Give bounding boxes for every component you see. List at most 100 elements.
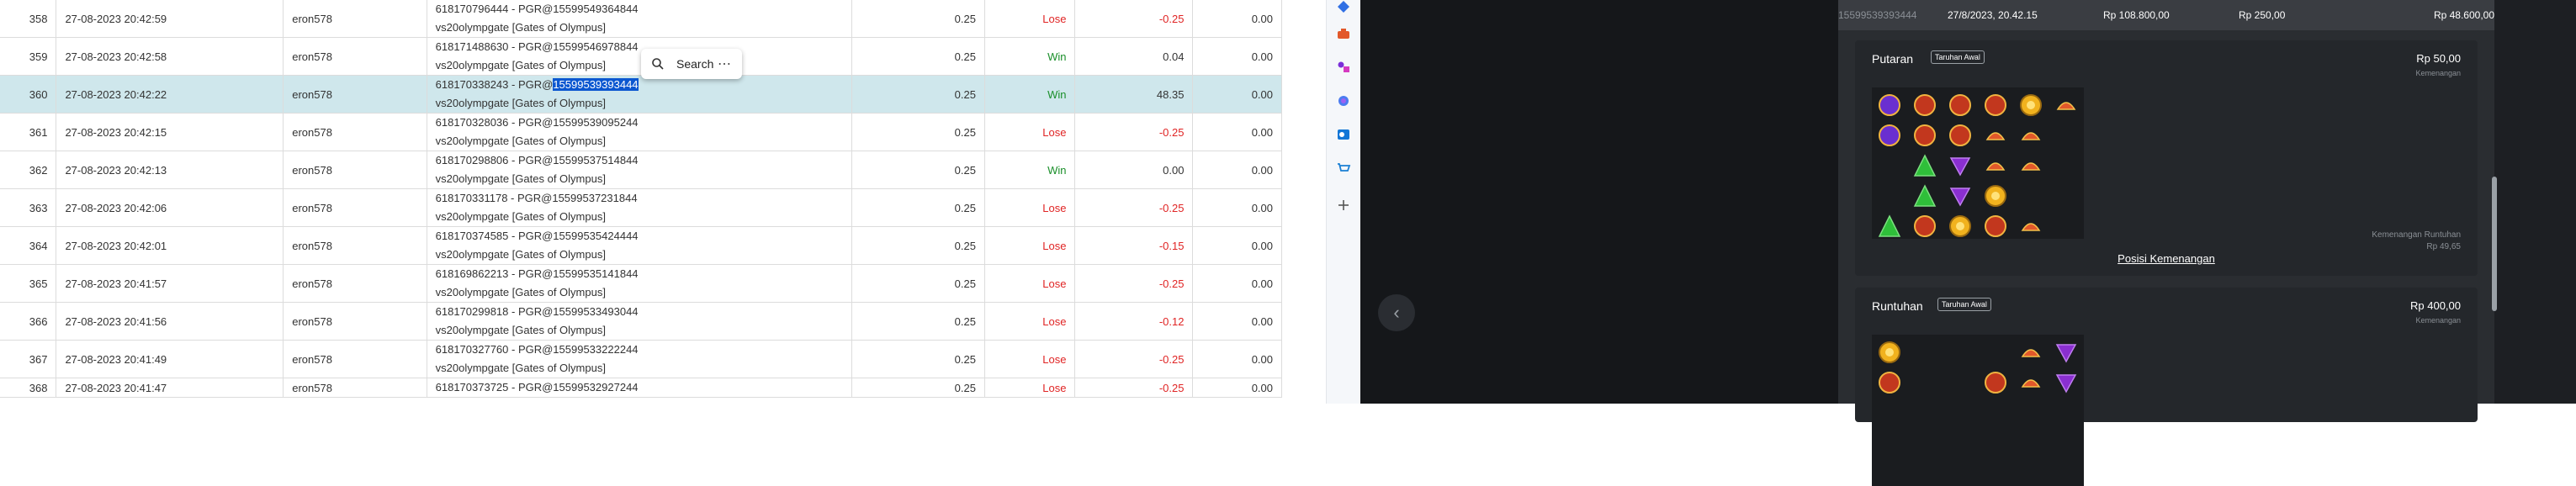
- slot-symbol-icon: [1913, 154, 1937, 177]
- row-datetime: 27-08-2023 20:42:59: [56, 0, 284, 38]
- row-extra: 0.00: [1192, 188, 1282, 227]
- row-username: eron578: [283, 226, 427, 265]
- table-row[interactable]: 364 27-08-2023 20:42:01 eron578 61817037458…: [0, 226, 1282, 265]
- row-bet-amount: 0.25: [851, 302, 985, 341]
- table-row[interactable]: 365 27-08-2023 20:41:57 eron578 61816986221…: [0, 264, 1282, 303]
- row-datetime: 27-08-2023 20:41:49: [56, 340, 284, 378]
- row-game-name: vs20olympgate [Gates of Olympus]: [435, 21, 606, 34]
- search-label[interactable]: Search: [676, 57, 713, 71]
- putaran-amount: Rp 50,00: [2416, 52, 2461, 65]
- row-transaction-id: 618170328036 - PGR@15599539095244: [435, 116, 639, 129]
- row-username: eron578: [283, 151, 427, 189]
- row-result: Lose: [984, 378, 1076, 398]
- slot-symbol-icon: [2021, 162, 2041, 171]
- row-transaction-id: 618169862213 - PGR@15599535141844: [435, 267, 639, 280]
- row-transaction-id: 618170299818 - PGR@15599533493044: [435, 305, 639, 318]
- row-transaction: 618171488630 - PGR@15599546978844 vs20oly…: [427, 37, 852, 76]
- shopping-icon[interactable]: [1333, 158, 1354, 178]
- row-extra: 0.00: [1192, 378, 1282, 398]
- outlook-icon[interactable]: [1333, 124, 1354, 145]
- row-winloss: -0.25: [1074, 378, 1194, 398]
- browser-sidebar: [1326, 0, 1360, 404]
- bet-detail-panel: 15599539393444 27/8/2023, 20.42.15 Rp 10…: [1838, 0, 2494, 486]
- toolbox-icon[interactable]: [1333, 24, 1354, 44]
- table-row[interactable]: 366 27-08-2023 20:41:56 eron578 61817029981…: [0, 302, 1282, 341]
- row-result: Win: [984, 75, 1076, 114]
- row-game-name: vs20olympgate [Gates of Olympus]: [435, 210, 606, 223]
- row-username: eron578: [283, 0, 427, 38]
- row-result: Lose: [984, 226, 1076, 265]
- row-datetime: 27-08-2023 20:41:57: [56, 264, 284, 303]
- putaran-sub: Kemenangan: [2415, 69, 2461, 77]
- row-winloss: -0.25: [1074, 0, 1194, 38]
- slot-symbol-icon: [2055, 344, 2077, 363]
- slot-symbol-icon: [1985, 132, 2006, 140]
- row-bet-amount: 0.25: [851, 0, 985, 38]
- table-row[interactable]: 367 27-08-2023 20:41:49 eron578 61817032776…: [0, 340, 1282, 378]
- row-username: eron578: [283, 188, 427, 227]
- row-extra: 0.00: [1192, 151, 1282, 189]
- row-bet-amount: 0.25: [851, 75, 985, 114]
- add-icon[interactable]: [1333, 195, 1354, 215]
- row-transaction-id: 618170373725 - PGR@15599532927244: [435, 381, 639, 394]
- row-extra: 0.00: [1192, 226, 1282, 265]
- row-bet-amount: 0.25: [851, 264, 985, 303]
- row-datetime: 27-08-2023 20:42:01: [56, 226, 284, 265]
- row-winloss: 48.35: [1074, 75, 1194, 114]
- table-row[interactable]: 360 27-08-2023 20:42:22 eron578 61817033824…: [0, 75, 1282, 114]
- row-result: Win: [984, 37, 1076, 76]
- row-number: 366: [0, 302, 57, 341]
- slot-symbol-icon: [1949, 94, 1971, 116]
- table-row[interactable]: 361 27-08-2023 20:42:15 eron578 61817032803…: [0, 113, 1282, 151]
- row-username: eron578: [283, 75, 427, 114]
- slot-symbol-icon: [1949, 124, 1971, 146]
- diamond-icon[interactable]: [1333, 0, 1354, 17]
- chevron-left-icon[interactable]: ‹: [1378, 294, 1415, 331]
- tumble-win-value: Rp 49,65: [2426, 242, 2461, 251]
- table-row[interactable]: 362 27-08-2023 20:42:13 eron578 61817029880…: [0, 151, 1282, 189]
- row-result: Lose: [984, 264, 1076, 303]
- row-game-name: vs20olympgate [Gates of Olympus]: [435, 362, 606, 374]
- row-result: Lose: [984, 0, 1076, 38]
- row-number: 358: [0, 0, 57, 38]
- search-icon[interactable]: [651, 55, 670, 73]
- copilot-icon[interactable]: [1333, 91, 1354, 111]
- row-username: eron578: [283, 37, 427, 76]
- slot-symbol-icon: [2020, 94, 2042, 116]
- runtuhan-sub: Kemenangan: [2415, 316, 2461, 325]
- row-extra: 0.00: [1192, 264, 1282, 303]
- selected-text[interactable]: 15599539393444: [553, 78, 639, 91]
- row-username: eron578: [283, 378, 427, 398]
- row-result: Lose: [984, 340, 1076, 378]
- row-winloss: -0.25: [1074, 340, 1194, 378]
- row-game-name: vs20olympgate [Gates of Olympus]: [435, 172, 606, 185]
- row-transaction: 618170298806 - PGR@15599537514844 vs20oly…: [427, 151, 852, 189]
- runtuhan-amount: Rp 400,00: [2410, 299, 2461, 312]
- win-position-link[interactable]: Posisi Kemenangan: [1855, 252, 2478, 265]
- table-row[interactable]: 363 27-08-2023 20:42:06 eron578 61817033117…: [0, 188, 1282, 227]
- runtuhan-grid: [1872, 335, 2084, 486]
- row-transaction: 618170796444 - PGR@15599549364844 vs20oly…: [427, 0, 852, 38]
- row-number: 361: [0, 113, 57, 151]
- games-icon[interactable]: [1333, 57, 1354, 77]
- row-result: Lose: [984, 302, 1076, 341]
- row-bet-amount: 0.25: [851, 340, 985, 378]
- game-overlay: [1360, 0, 1838, 404]
- table-row[interactable]: 368 27-08-2023 20:41:47 eron578 61817037372…: [0, 378, 1282, 398]
- row-game-name: vs20olympgate [Gates of Olympus]: [435, 248, 606, 261]
- table-row[interactable]: 358 27-08-2023 20:42:59 eron578 61817079644…: [0, 0, 1282, 38]
- slot-symbol-icon: [1914, 124, 1936, 146]
- slot-symbol-icon: [1879, 94, 1900, 116]
- row-transaction: 618170338243 - PGR@15599539393444 vs20oly…: [427, 75, 852, 114]
- runtuhan-badge: Taruhan Awal: [1937, 298, 1991, 311]
- slot-symbol-icon: [1949, 188, 1971, 207]
- row-bet-amount: 0.25: [851, 226, 985, 265]
- more-icon[interactable]: ⋯: [718, 55, 732, 72]
- row-username: eron578: [283, 340, 427, 378]
- selection-popup[interactable]: Search ⋯: [641, 49, 742, 79]
- row-bet-amount: 0.25: [851, 188, 985, 227]
- panel-scrollbar[interactable]: [2492, 177, 2497, 311]
- row-datetime: 27-08-2023 20:41:47: [56, 378, 284, 398]
- row-transaction: 618169862213 - PGR@15599535141844 vs20oly…: [427, 264, 852, 303]
- slot-symbol-icon: [1879, 372, 1900, 394]
